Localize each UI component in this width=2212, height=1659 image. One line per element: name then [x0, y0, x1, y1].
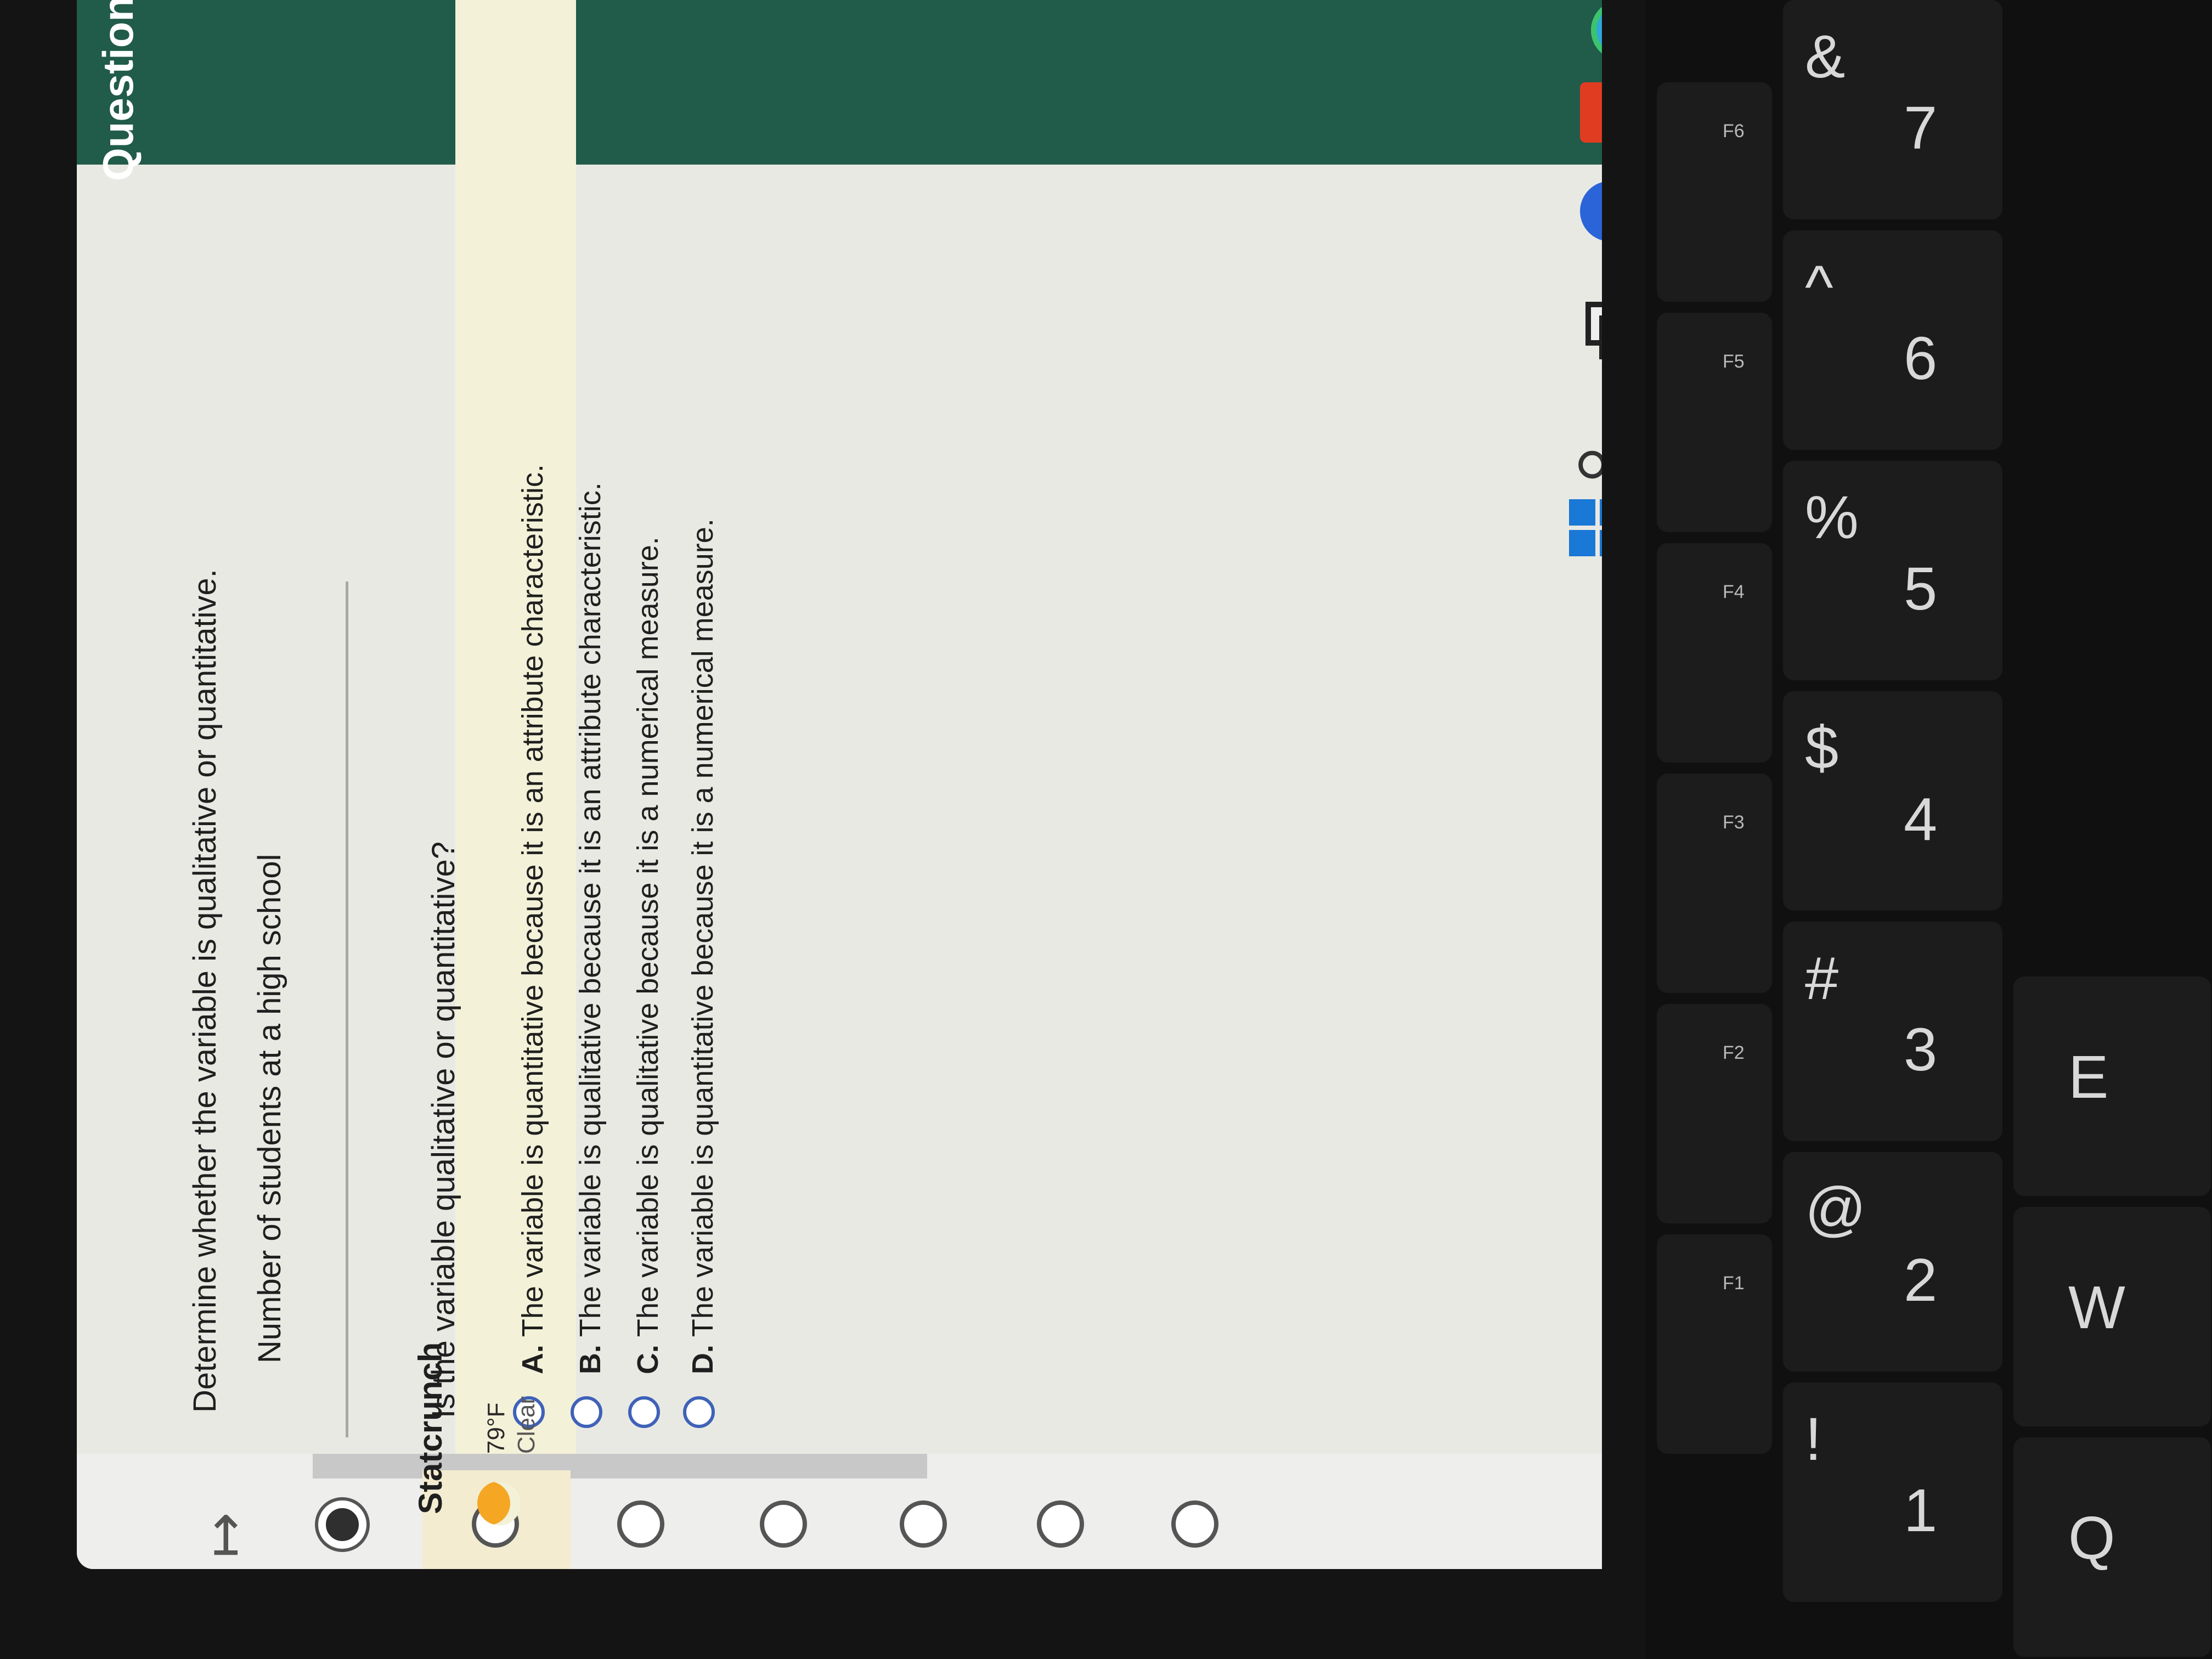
option-text: The variable is quantitative because it …: [516, 464, 549, 1337]
nav-item[interactable]: [1171, 1500, 1218, 1548]
search-icon[interactable]: ⚲: [1569, 422, 1602, 483]
key-3[interactable]: # 3: [1783, 922, 2002, 1141]
key-symbol: #: [1805, 945, 1839, 1012]
nav-item-current[interactable]: [318, 1500, 366, 1549]
question-title: Question 2: [94, 0, 142, 181]
option-b[interactable]: B. The variable is qualitative because i…: [573, 482, 607, 1374]
key-7[interactable]: & 7: [1783, 0, 2002, 219]
store-icon[interactable]: [1580, 181, 1602, 241]
key-symbol: $: [1805, 714, 1839, 782]
windows-start-icon[interactable]: [1569, 499, 1602, 560]
option-text: The variable is qualitative because it i…: [631, 537, 664, 1337]
option-a[interactable]: A. The variable is quantitative because …: [516, 464, 550, 1374]
key-number: 4: [1904, 786, 1938, 853]
key-number: 2: [1904, 1246, 1938, 1314]
key-label: F1: [1723, 1273, 1745, 1294]
key-q[interactable]: Q: [2013, 1437, 2211, 1657]
nav-item[interactable]: [900, 1500, 947, 1548]
key-number: 7: [1904, 94, 1938, 162]
option-text: The variable is quantitative because it …: [686, 518, 719, 1337]
screen: ‹ Question 2 Determine whether the varia…: [77, 0, 1602, 1569]
office-icon[interactable]: [1580, 82, 1602, 143]
key-5[interactable]: % 5: [1783, 461, 2002, 680]
task-view-icon[interactable]: [1580, 296, 1602, 359]
option-letter: B.: [574, 1345, 607, 1374]
option-d-radio[interactable]: [683, 1396, 715, 1428]
nav-item[interactable]: [1037, 1500, 1084, 1548]
option-c[interactable]: C. The variable is qualitative because i…: [631, 537, 665, 1374]
question-instruction: Determine whether the variable is qualit…: [187, 569, 223, 1413]
key-6[interactable]: ^ 6: [1783, 230, 2002, 450]
key-f4[interactable]: F4: [1657, 543, 1772, 763]
key-2[interactable]: @ 2: [1783, 1152, 2002, 1372]
statcrunch-link[interactable]: Statcrunch: [411, 1342, 449, 1514]
key-f6[interactable]: F6: [1657, 82, 1772, 302]
key-4[interactable]: $ 4: [1783, 691, 2002, 911]
key-f3[interactable]: F3: [1657, 774, 1772, 993]
top-bar: ‹: [77, 0, 1602, 165]
key-number: 1: [1904, 1477, 1938, 1544]
key-label: F3: [1723, 812, 1745, 833]
key-symbol: !: [1805, 1406, 1822, 1473]
key-e[interactable]: E: [2013, 977, 2211, 1196]
key-letter: W: [2068, 1274, 2125, 1341]
key-letter: E: [2068, 1043, 2109, 1111]
key-symbol: @: [1805, 1175, 1866, 1243]
option-text: The variable is qualitative because it i…: [574, 482, 607, 1337]
key-number: 6: [1904, 325, 1938, 392]
key-label: F2: [1723, 1042, 1745, 1063]
key-1[interactable]: ! 1: [1783, 1383, 2002, 1602]
option-letter: D.: [686, 1345, 719, 1374]
option-b-radio[interactable]: [571, 1396, 602, 1428]
option-d[interactable]: D. The variable is quantitative because …: [686, 518, 720, 1374]
question-variable: Number of students at a high school: [252, 854, 287, 1363]
collapse-icon[interactable]: ↦: [192, 1512, 256, 1558]
nav-item[interactable]: [617, 1500, 664, 1548]
option-c-radio[interactable]: [628, 1396, 660, 1428]
key-symbol: &: [1805, 23, 1846, 91]
question-prompt: Is the variable qualitative or quantitat…: [426, 841, 461, 1418]
weather-desc[interactable]: Clear: [513, 1396, 540, 1454]
key-f5[interactable]: F5: [1657, 313, 1772, 532]
nav-item[interactable]: [760, 1500, 807, 1548]
option-letter: C.: [631, 1345, 664, 1374]
key-label: F4: [1723, 582, 1745, 602]
nav-scrollbar[interactable]: [313, 1454, 927, 1479]
key-label: F5: [1723, 351, 1745, 372]
key-letter: Q: [2068, 1504, 2115, 1572]
key-f1[interactable]: F1: [1657, 1234, 1772, 1454]
moon-icon[interactable]: [477, 1481, 521, 1525]
key-f2[interactable]: F2: [1657, 1004, 1772, 1223]
divider: [346, 582, 348, 1437]
key-number: 3: [1904, 1016, 1938, 1084]
key-symbol: %: [1805, 484, 1859, 551]
key-label: F6: [1723, 121, 1745, 142]
option-letter: A.: [516, 1345, 549, 1374]
key-symbol: ^: [1805, 253, 1833, 321]
weather-temp[interactable]: 79°F: [483, 1403, 510, 1454]
keyboard: F1 F2 F3 F4 F5 F6 ! 1 @ 2 # 3 $ 4 % 5 ^ …: [1646, 0, 2212, 1659]
key-w[interactable]: W: [2013, 1207, 2211, 1426]
key-number: 5: [1904, 555, 1938, 623]
